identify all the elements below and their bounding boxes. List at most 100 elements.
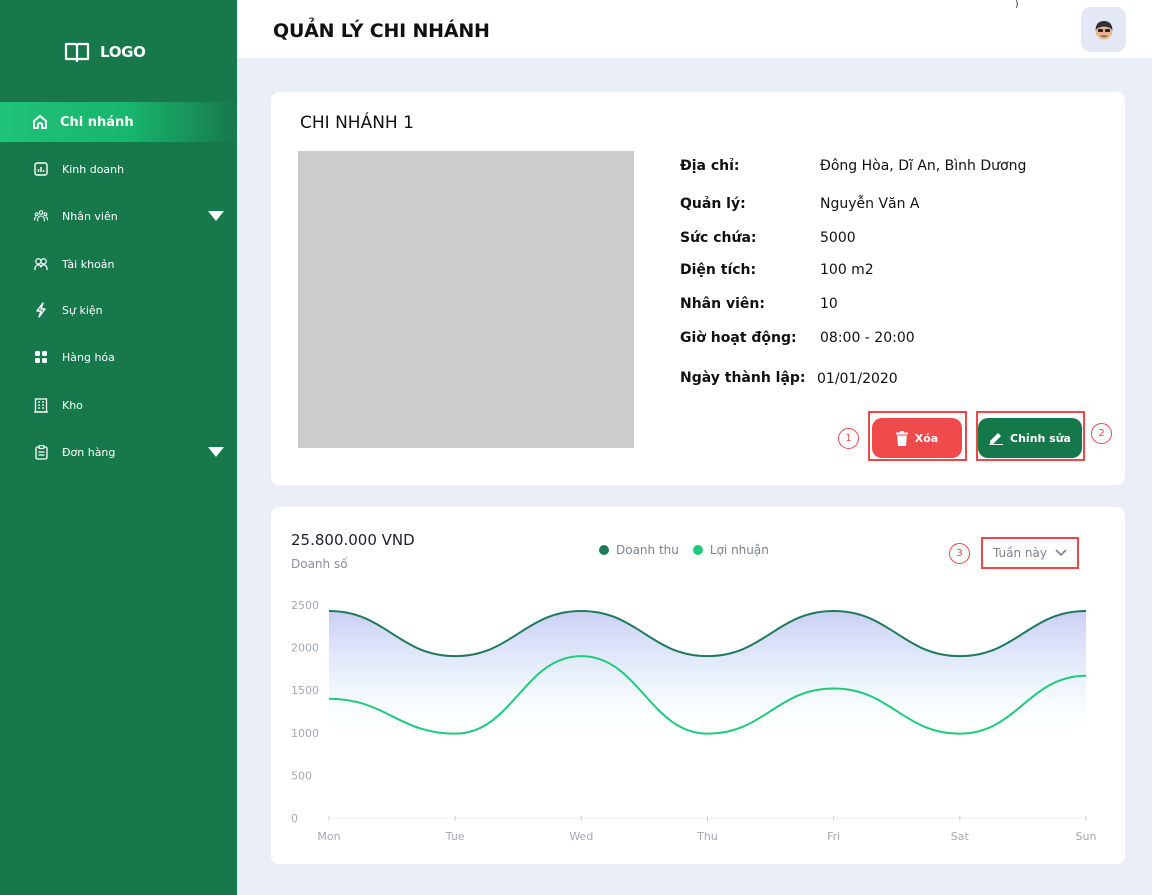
legend-entry-revenue[interactable]: Doanh thu <box>599 543 679 557</box>
staff-value: 10 <box>820 296 838 312</box>
profit-point <box>326 696 332 702</box>
profit-point <box>957 731 963 737</box>
annotation-marker-3: 3 <box>949 543 970 564</box>
legend-label-profit: Lợi nhuận <box>709 543 769 557</box>
legend-label-revenue: Doanh thu <box>616 543 679 557</box>
y-tick-label: 2500 <box>291 599 319 612</box>
building-icon <box>34 397 48 413</box>
hours-label: Giờ hoạt động: <box>680 330 797 346</box>
team-icon <box>34 209 48 223</box>
sidebar: LOGO Chi nhánh Kinh doanh Nhân viên Tài … <box>0 0 237 895</box>
revenue-point <box>1083 608 1089 614</box>
y-tick-label: 1000 <box>291 727 319 740</box>
sidebar-item-label: Kho <box>62 398 83 412</box>
address-label: Địa chỉ: <box>680 158 740 174</box>
revenue-point <box>705 653 711 659</box>
profit-point <box>452 731 458 737</box>
logo-text: LOGO <box>100 43 146 61</box>
chevron-down-icon <box>1055 549 1067 557</box>
users-icon <box>34 257 48 271</box>
home-icon <box>32 114 48 130</box>
sidebar-item-hang-hoa[interactable]: Hàng hóa <box>0 338 237 376</box>
header: QUẢN LÝ CHI NHÁNH ) <box>237 0 1152 58</box>
x-tick-label: Fri <box>827 830 840 843</box>
y-tick-label: 0 <box>291 812 298 825</box>
y-tick-label: 500 <box>291 769 312 782</box>
sales-total: 25.800.000 VND <box>291 531 415 549</box>
header-mark: ) <box>1015 0 1019 10</box>
book-icon <box>64 41 90 63</box>
sidebar-item-label: Chi nhánh <box>60 114 134 130</box>
branch-image-placeholder <box>298 151 634 448</box>
legend-dot-profit <box>692 545 703 555</box>
sales-chart-card: 0 500 1000 1500 2000 2500 Mon Tue Wed Thu Fri Sat Su… <box>271 507 1125 864</box>
staff-label: Nhân viên: <box>680 296 765 312</box>
profit-point <box>1083 673 1089 679</box>
annotation-marker-2: 2 <box>1091 423 1112 444</box>
caret-down-icon[interactable] <box>208 447 224 457</box>
edit-button[interactable]: Chỉnh sửa <box>978 418 1082 458</box>
chart-legend: Doanh thu Lợi nhuận <box>599 543 775 557</box>
x-tick-label: Mon <box>317 830 340 843</box>
period-select-value: Tuần này <box>993 546 1047 560</box>
sales-label: Doanh số <box>291 557 348 571</box>
trash-icon <box>895 430 908 446</box>
annotation-marker-1: 1 <box>838 428 859 449</box>
profit-point <box>578 653 584 659</box>
revenue-point <box>831 608 837 614</box>
sidebar-item-label: Đơn hàng <box>62 445 116 459</box>
revenue-line <box>328 609 1087 658</box>
capacity-value: 5000 <box>820 230 856 246</box>
logo[interactable]: LOGO <box>64 41 146 63</box>
sidebar-item-su-kien[interactable]: Sự kiện <box>0 291 237 329</box>
branch-card: CHI NHÁNH 1 Địa chỉ: Đông Hòa, Dĩ An, Bì… <box>271 92 1125 485</box>
sidebar-item-kinh-doanh[interactable]: Kinh doanh <box>0 150 237 188</box>
legend-entry-profit[interactable]: Lợi nhuận <box>692 543 769 557</box>
avatar[interactable] <box>1081 7 1126 52</box>
x-tick-label: Sat <box>951 830 970 843</box>
delete-button[interactable]: Xóa <box>872 418 962 458</box>
y-tick-label: 2000 <box>291 642 319 655</box>
founded-label: Ngày thành lập: <box>680 370 806 386</box>
address-value: Đông Hòa, Dĩ An, Bình Dương <box>820 158 1027 174</box>
revenue-area <box>329 610 1086 742</box>
revenue-point <box>326 608 332 614</box>
x-tick-label: Wed <box>569 830 593 843</box>
legend-dot-revenue <box>599 545 609 555</box>
founded-value: 01/01/2020 <box>817 371 898 387</box>
lightning-icon <box>34 302 48 318</box>
sidebar-item-label: Nhân viên <box>62 209 118 223</box>
revenue-point <box>578 608 584 614</box>
period-select[interactable]: Tuần này <box>981 537 1079 569</box>
sidebar-item-nhan-vien[interactable]: Nhân viên <box>0 197 237 235</box>
hours-value: 08:00 - 20:00 <box>820 330 915 346</box>
area-value: 100 m2 <box>820 262 874 278</box>
clipboard-icon <box>34 444 48 460</box>
manager-value: Nguyễn Văn A <box>820 196 920 212</box>
area-label: Diện tích: <box>680 262 757 278</box>
sidebar-item-label: Sự kiện <box>62 303 103 317</box>
sidebar-item-label: Tài khoản <box>62 257 115 271</box>
edit-button-label: Chỉnh sửa <box>1010 431 1071 445</box>
x-tick-label: Thu <box>696 830 718 843</box>
delete-button-label: Xóa <box>914 431 939 445</box>
profit-point <box>831 685 837 691</box>
bar-chart-icon <box>34 162 48 176</box>
sidebar-item-don-hang[interactable]: Đơn hàng <box>0 433 237 471</box>
avatar-icon <box>1095 20 1112 39</box>
sidebar-item-label: Hàng hóa <box>62 350 115 364</box>
branch-title: CHI NHÁNH 1 <box>300 113 414 133</box>
caret-down-icon[interactable] <box>208 211 224 221</box>
sidebar-item-kho[interactable]: Kho <box>0 386 237 424</box>
sidebar-item-chi-nhanh[interactable]: Chi nhánh <box>0 102 237 142</box>
sidebar-item-tai-khoan[interactable]: Tài khoản <box>0 245 237 283</box>
x-tick-label: Tue <box>445 830 465 843</box>
revenue-point <box>957 653 963 659</box>
pencil-icon <box>989 433 1004 445</box>
x-tick-label: Sun <box>1076 830 1097 843</box>
revenue-point <box>452 653 458 659</box>
grid-icon <box>34 350 48 364</box>
sidebar-item-label: Kinh doanh <box>62 162 125 176</box>
capacity-label: Sức chứa: <box>680 230 757 246</box>
profit-point <box>705 731 711 737</box>
